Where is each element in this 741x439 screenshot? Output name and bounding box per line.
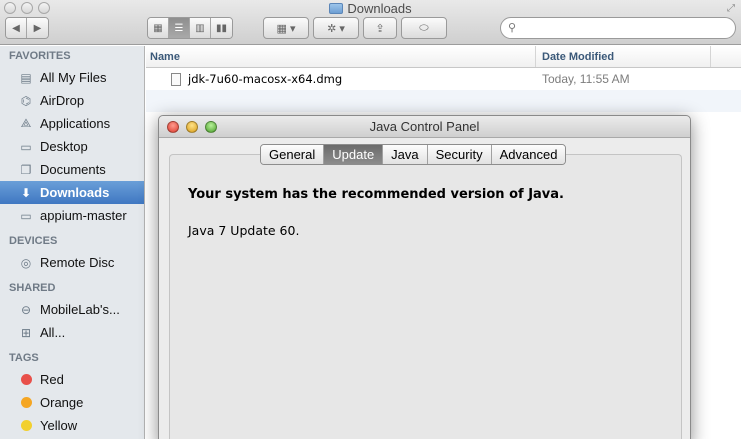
edit-tags-button[interactable]: ⬭ [401, 17, 447, 39]
search-icon: ⚲ [508, 22, 517, 34]
sidebar-item-desktop[interactable]: ▭ Desktop [0, 135, 144, 158]
sidebar-item-documents[interactable]: ❐ Documents [0, 158, 144, 181]
arrange-icon: ▦ ▾ [276, 22, 296, 35]
sidebar-item-appium-master[interactable]: ▭ appium-master [0, 204, 144, 227]
share-button[interactable]: ⇪ [363, 17, 397, 39]
tab-general[interactable]: General [261, 145, 325, 164]
sidebar-heading-shared: SHARED [9, 282, 56, 294]
sidebar-item-downloads[interactable]: ⬇ Downloads [0, 181, 144, 204]
view-mode-buttons: ▦ ☰ ▥ ▮▮ [147, 17, 233, 39]
update-status-message: Your system has the recommended version … [188, 187, 564, 202]
column-headers: Name Date Modified [146, 46, 741, 68]
share-icon: ⇪ [375, 22, 385, 35]
sidebar-heading-tags: TAGS [9, 352, 39, 364]
sidebar-item-label: MobileLab's... [40, 302, 120, 317]
sidebar-item-tag-red[interactable]: Red [0, 368, 144, 391]
sidebar-item-mobilelab[interactable]: ⊖ MobileLab's... [0, 298, 144, 321]
search-input[interactable] [523, 20, 723, 36]
all-files-icon: ▤ [20, 70, 32, 85]
disk-image-icon [171, 72, 181, 86]
column-view-button[interactable]: ▥ [190, 18, 211, 38]
java-version-text: Java 7 Update 60. [188, 223, 300, 238]
coverflow-view-button[interactable]: ▮▮ [211, 18, 232, 38]
sidebar-item-label: Applications [40, 116, 111, 131]
disc-icon: ◎ [20, 255, 32, 270]
coverflow-icon: ▮▮ [215, 22, 227, 34]
desktop-icon: ▭ [20, 139, 32, 154]
jcp-zoom-button[interactable] [205, 121, 217, 133]
sidebar-item-label: Yellow [40, 418, 78, 433]
chevron-right-icon: ▶ [33, 22, 42, 34]
sidebar-item-label: Red [40, 372, 64, 387]
tab-java[interactable]: Java [383, 145, 428, 164]
sidebar: FAVORITES ▤ All My Files ⌬ AirDrop ⟁ App… [0, 46, 145, 439]
file-date: Today, 11:55 AM [542, 72, 630, 86]
jcp-titlebar[interactable]: Java Control Panel [159, 116, 690, 138]
column-header-date-modified[interactable]: Date Modified [536, 46, 711, 67]
fullscreen-icon[interactable]: ⤢ [727, 3, 735, 14]
list-view-icon: ☰ [174, 22, 184, 34]
jcp-title: Java Control Panel [369, 119, 480, 134]
sidebar-item-tag-orange[interactable]: Orange [0, 391, 144, 414]
network-icon: ⊞ [20, 325, 32, 340]
sidebar-item-applications[interactable]: ⟁ Applications [0, 112, 144, 135]
sidebar-heading-favorites: FAVORITES [9, 50, 71, 62]
file-name: jdk-7u60-macosx-x64.dmg [188, 72, 343, 86]
applications-icon: ⟁ [20, 116, 32, 130]
jcp-tab-content: Your system has the recommended version … [169, 154, 682, 439]
airdrop-icon: ⌬ [20, 93, 32, 108]
folder-icon: ▭ [20, 208, 32, 223]
forward-button[interactable]: ▶ [27, 18, 48, 38]
sidebar-item-all-shared[interactable]: ⊞ All... [0, 321, 144, 344]
sidebar-item-label: Documents [40, 162, 106, 177]
red-tag-icon [20, 374, 32, 385]
tab-security[interactable]: Security [427, 145, 492, 164]
sidebar-item-label: All... [40, 325, 66, 340]
sidebar-item-label: AirDrop [40, 93, 85, 108]
sidebar-item-label: appium-master [40, 208, 127, 223]
sidebar-item-label: Desktop [40, 139, 88, 154]
sidebar-item-label: Orange [40, 395, 84, 410]
sidebar-item-label: Remote Disc [40, 255, 115, 270]
network-server-icon: ⊖ [20, 302, 32, 317]
empty-row [146, 90, 741, 112]
table-row[interactable]: jdk-7u60-macosx-x64.dmg Today, 11:55 AM [146, 68, 741, 90]
sidebar-heading-devices: DEVICES [9, 235, 58, 247]
window-title-text: Downloads [347, 1, 412, 16]
sidebar-item-label: Downloads [40, 185, 110, 200]
sidebar-item-tag-yellow[interactable]: Yellow [0, 414, 144, 437]
orange-tag-icon [20, 397, 32, 408]
downloads-icon: ⬇ [20, 185, 32, 200]
action-button[interactable]: ✲ ▾ [313, 17, 359, 39]
list-view-button[interactable]: ☰ [169, 18, 190, 38]
java-control-panel-window: Java Control Panel General Update Java S… [158, 115, 691, 439]
folder-icon [329, 3, 344, 14]
gear-icon: ✲ ▾ [327, 22, 345, 35]
column-view-icon: ▥ [195, 22, 205, 34]
yellow-tag-icon [20, 420, 32, 431]
tab-advanced[interactable]: Advanced [491, 145, 566, 164]
tab-update[interactable]: Update [324, 145, 384, 164]
sidebar-item-label: All My Files [40, 70, 107, 85]
documents-icon: ❐ [20, 162, 32, 177]
sidebar-item-remote-disc[interactable]: ◎ Remote Disc [0, 251, 144, 274]
chevron-left-icon: ◀ [12, 22, 20, 34]
back-button[interactable]: ◀ [6, 18, 27, 38]
column-header-name[interactable]: Name [146, 46, 536, 67]
sidebar-item-airdrop[interactable]: ⌬ AirDrop [0, 89, 144, 112]
tag-icon: ⬭ [419, 21, 429, 34]
finder-toolbar: Downloads ⤢ ◀ ▶ ▦ ☰ ▥ ▮▮ ▦ ▾ ✲ ▾ ⇪ ⬭ ⚲ [0, 0, 741, 45]
arrange-button[interactable]: ▦ ▾ [263, 17, 309, 39]
jcp-tab-bar: General Update Java Security Advanced [260, 144, 567, 165]
icon-view-icon: ▦ [153, 22, 163, 34]
jcp-close-button[interactable] [167, 121, 179, 133]
back-forward-buttons: ◀ ▶ [5, 17, 49, 39]
jcp-minimize-button[interactable] [186, 121, 198, 133]
sidebar-item-all-my-files[interactable]: ▤ All My Files [0, 66, 144, 89]
search-field[interactable]: ⚲ [500, 17, 736, 39]
icon-view-button[interactable]: ▦ [148, 18, 169, 38]
jcp-window-controls [167, 121, 217, 133]
window-title: Downloads [0, 1, 741, 17]
